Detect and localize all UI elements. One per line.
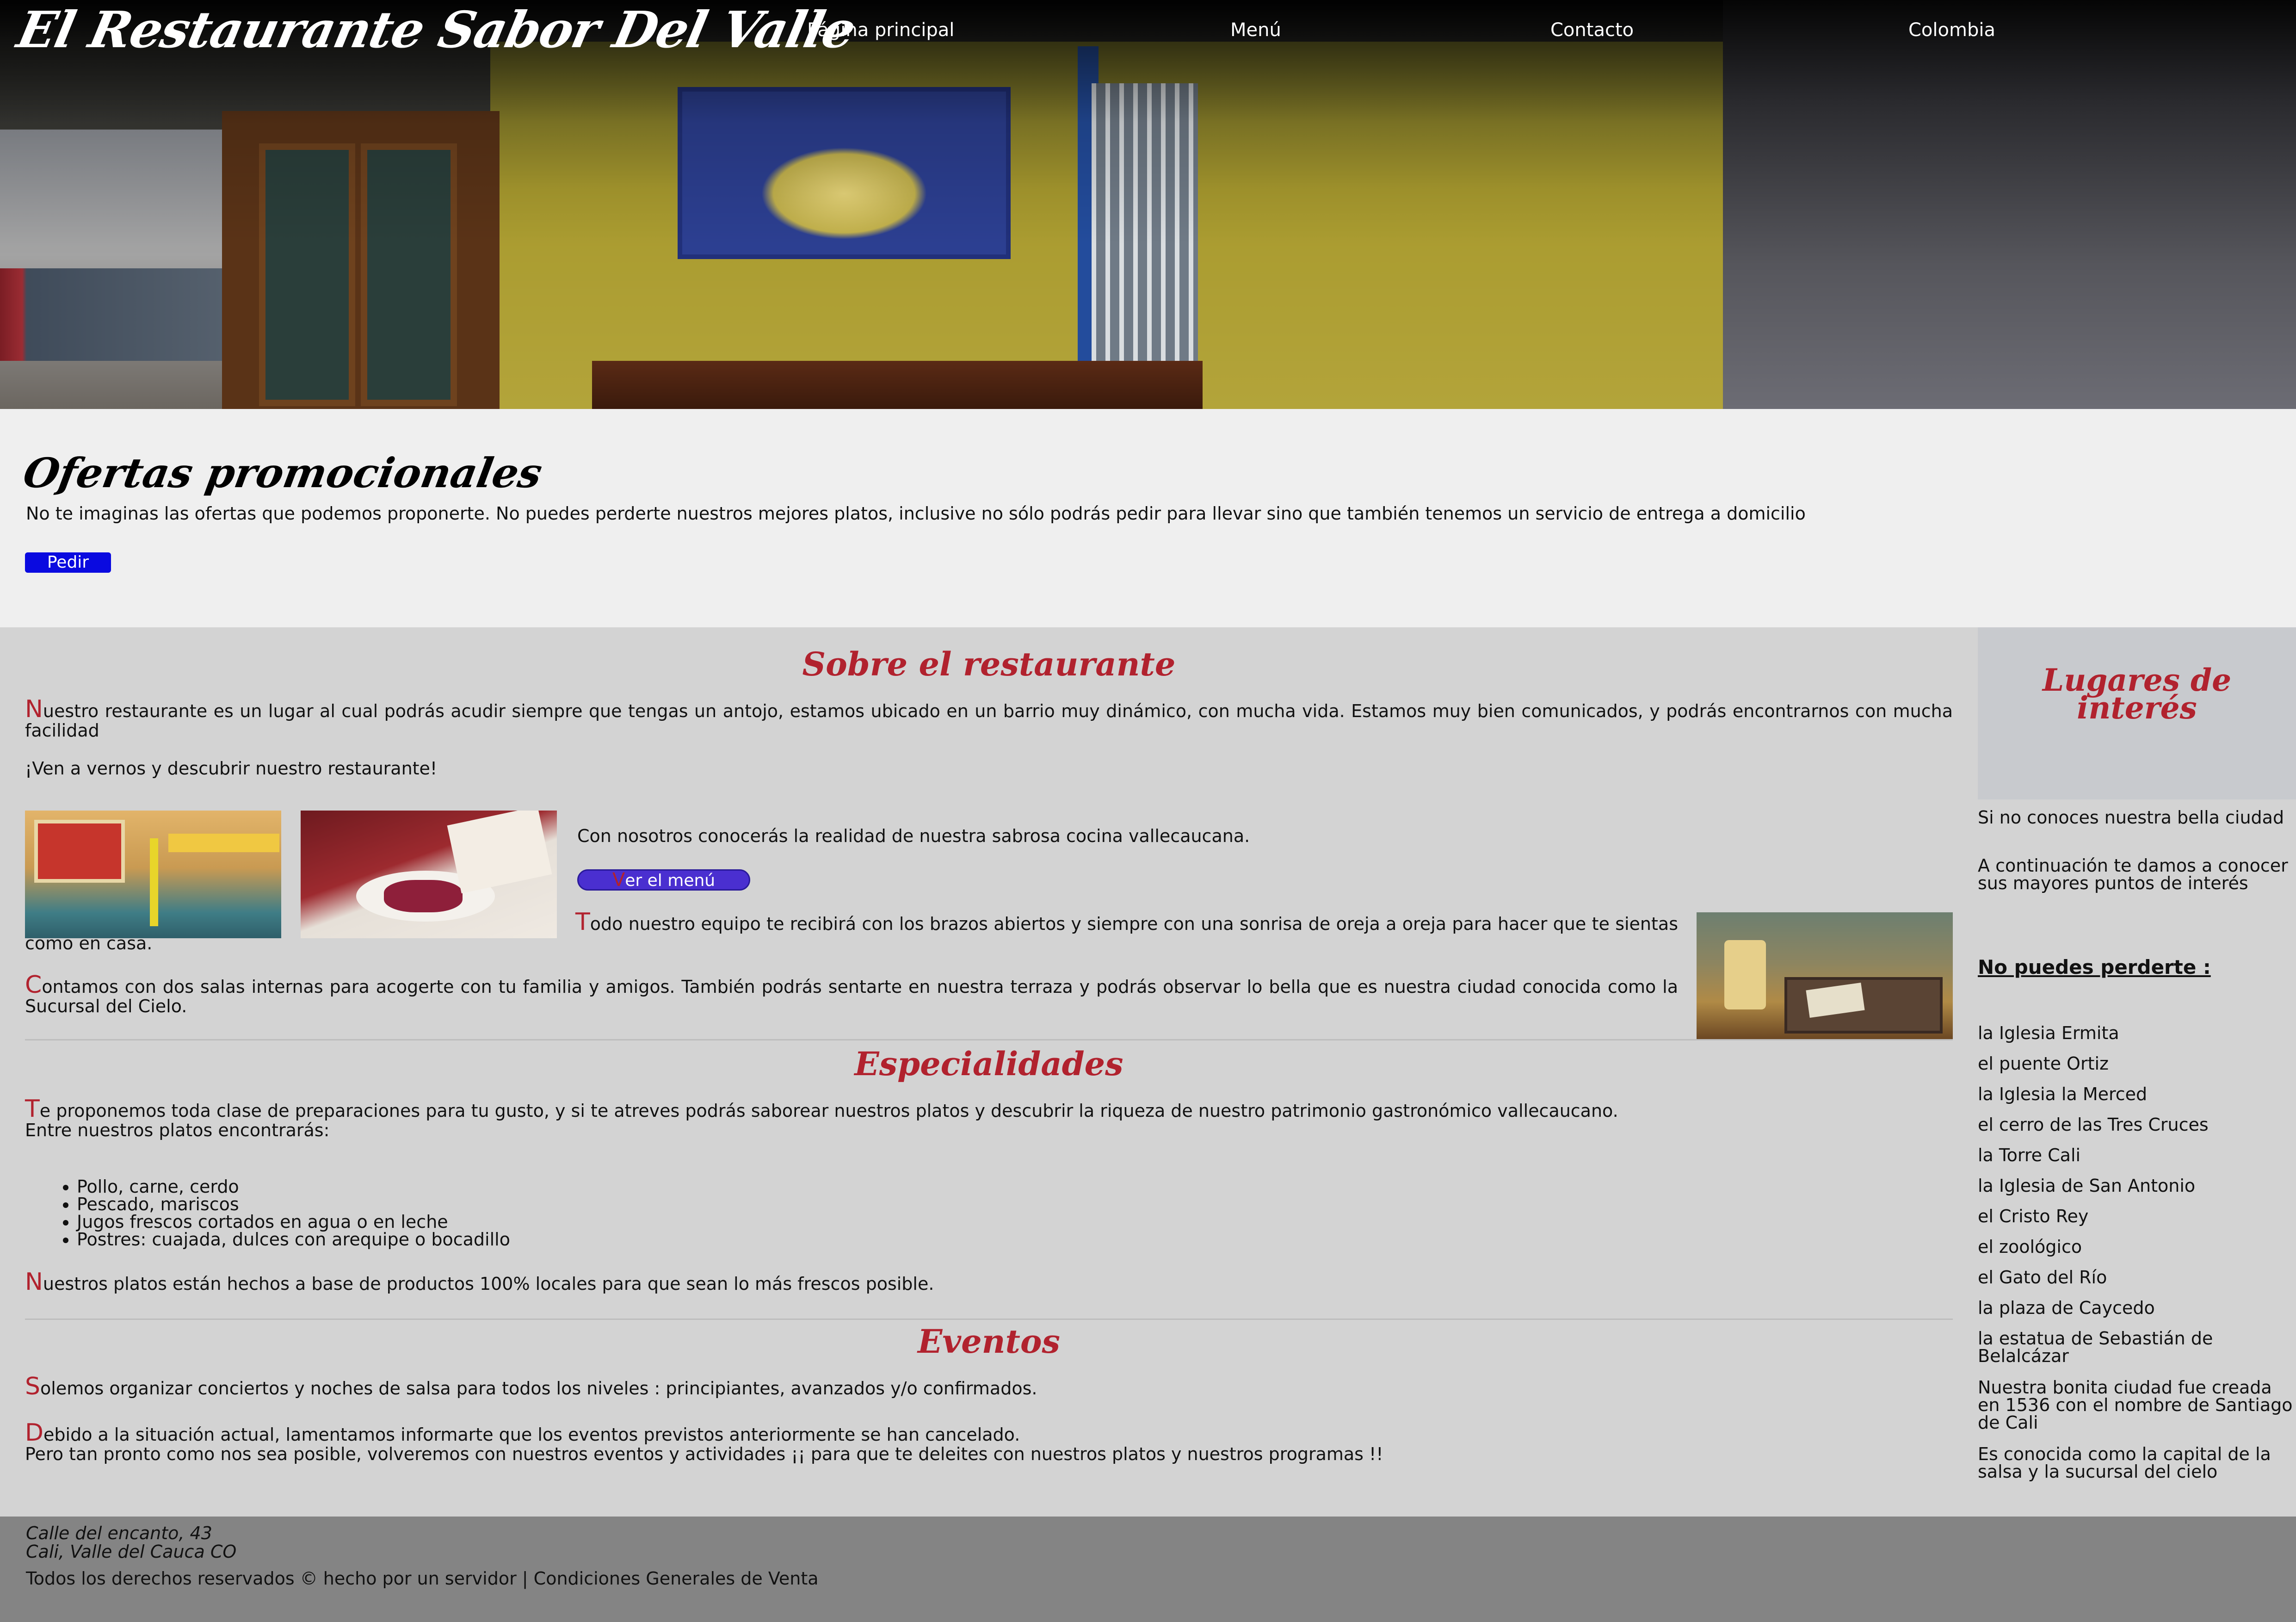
specialties-title: Especialidades [854, 1045, 1123, 1083]
dish-list: Pollo, carne, cerdo Pescado, mariscos Ju… [51, 1178, 510, 1248]
restaurant-interior-photo [0, 0, 1723, 409]
view-menu-button[interactable]: Ver el menú [577, 869, 750, 891]
specialties-paragraph-1: Te proponemos toda clase de preparacione… [25, 1095, 1618, 1140]
place-item: el puente Ortiz [1978, 1053, 2109, 1074]
about-paragraph-5: Contamos con dos salas internas para aco… [25, 971, 1678, 1016]
hero-banner: El Restaurante Sabor Del Valle Página pr… [0, 0, 2296, 409]
list-item: Postres: cuajada, dulces con arequipe o … [77, 1231, 510, 1248]
specialties-paragraph-2: Nuestros platos están hechos a base de p… [25, 1268, 934, 1296]
main-content: Sobre el restaurante Nuestro restaurante… [0, 627, 1978, 1517]
order-button[interactable]: Pedir [25, 552, 111, 573]
sidebar-intro-2: A continuación te damos a conocer sus ma… [1978, 855, 2288, 893]
list-item: Pollo, carne, cerdo [77, 1178, 510, 1195]
place-item: la Iglesia de San Antonio [1978, 1176, 2196, 1196]
lunch-table-photo [1697, 912, 1953, 1040]
sidebar-subheading: No puedes perderte : [1978, 956, 2211, 978]
site-title: El Restaurante Sabor Del Valle [12, 1, 860, 59]
about-paragraph-1: Nuestro restaurante es un lugar al cual … [25, 695, 1953, 741]
about-paragraph-4: Todo nuestro equipo te recibirá con los … [25, 908, 1678, 953]
footer: Calle del encanto, 43 Cali, Valle del Ca… [0, 1517, 2296, 1622]
nav-link-colombia[interactable]: Colombia [1908, 19, 1995, 41]
place-item: la plaza de Caycedo [1978, 1298, 2155, 1318]
events-paragraph-1: Solemos organizar conciertos y noches de… [25, 1373, 1037, 1400]
city-fact-2: Es conocida como la capital de la salsa … [1978, 1444, 2271, 1482]
address: Calle del encanto, 43 Cali, Valle del Ca… [26, 1523, 237, 1562]
place-item: el Gato del Río [1978, 1267, 2107, 1288]
events-title: Eventos [918, 1322, 1060, 1361]
events-paragraph-2: Debido a la situación actual, lamentamos… [25, 1419, 1383, 1464]
sidebar: Lugares de interés Si no conoces nuestra… [1978, 627, 2296, 1517]
place-item: el zoológico [1978, 1237, 2082, 1257]
promo-title: Ofertas promocionales [19, 449, 546, 497]
place-item: la estatua de Sebastián de Belalcázar [1978, 1328, 2213, 1366]
promo-text: No te imaginas las ofertas que podemos p… [26, 503, 1806, 524]
sidebar-intro-1: Si no conoces nuestra bella ciudad [1978, 807, 2284, 828]
place-item: el cerro de las Tres Cruces [1978, 1114, 2209, 1135]
place-item: la Torre Cali [1978, 1145, 2081, 1165]
copyright: Todos los derechos reservados © hecho po… [26, 1568, 819, 1589]
top-nav: El Restaurante Sabor Del Valle Página pr… [0, 0, 2296, 60]
place-item: el Cristo Rey [1978, 1206, 2089, 1226]
nav-link-contact[interactable]: Contacto [1550, 19, 1634, 41]
list-item: Pescado, mariscos [77, 1195, 510, 1213]
place-item: la Iglesia la Merced [1978, 1084, 2148, 1104]
nav-link-home[interactable]: Página principal [807, 19, 954, 41]
divider [25, 1319, 1953, 1320]
place-item: la Iglesia Ermita [1978, 1023, 2119, 1043]
city-fact-1: Nuestra bonita ciudad fue creada en 1536… [1978, 1377, 2293, 1433]
nav-link-menu[interactable]: Menú [1230, 19, 1281, 41]
about-paragraph-3: Con nosotros conocerás la realidad de nu… [577, 826, 1250, 846]
about-title: Sobre el restaurante [802, 645, 1176, 683]
divider [25, 1039, 1953, 1040]
sidebar-title: Lugares de interés [2042, 662, 2232, 726]
promo-section: Ofertas promocionales No te imaginas las… [0, 409, 2296, 627]
about-paragraph-2: ¡Ven a vernos y descubrir nuestro restau… [25, 758, 438, 779]
list-item: Jugos frescos cortados en agua o en lech… [77, 1213, 510, 1231]
